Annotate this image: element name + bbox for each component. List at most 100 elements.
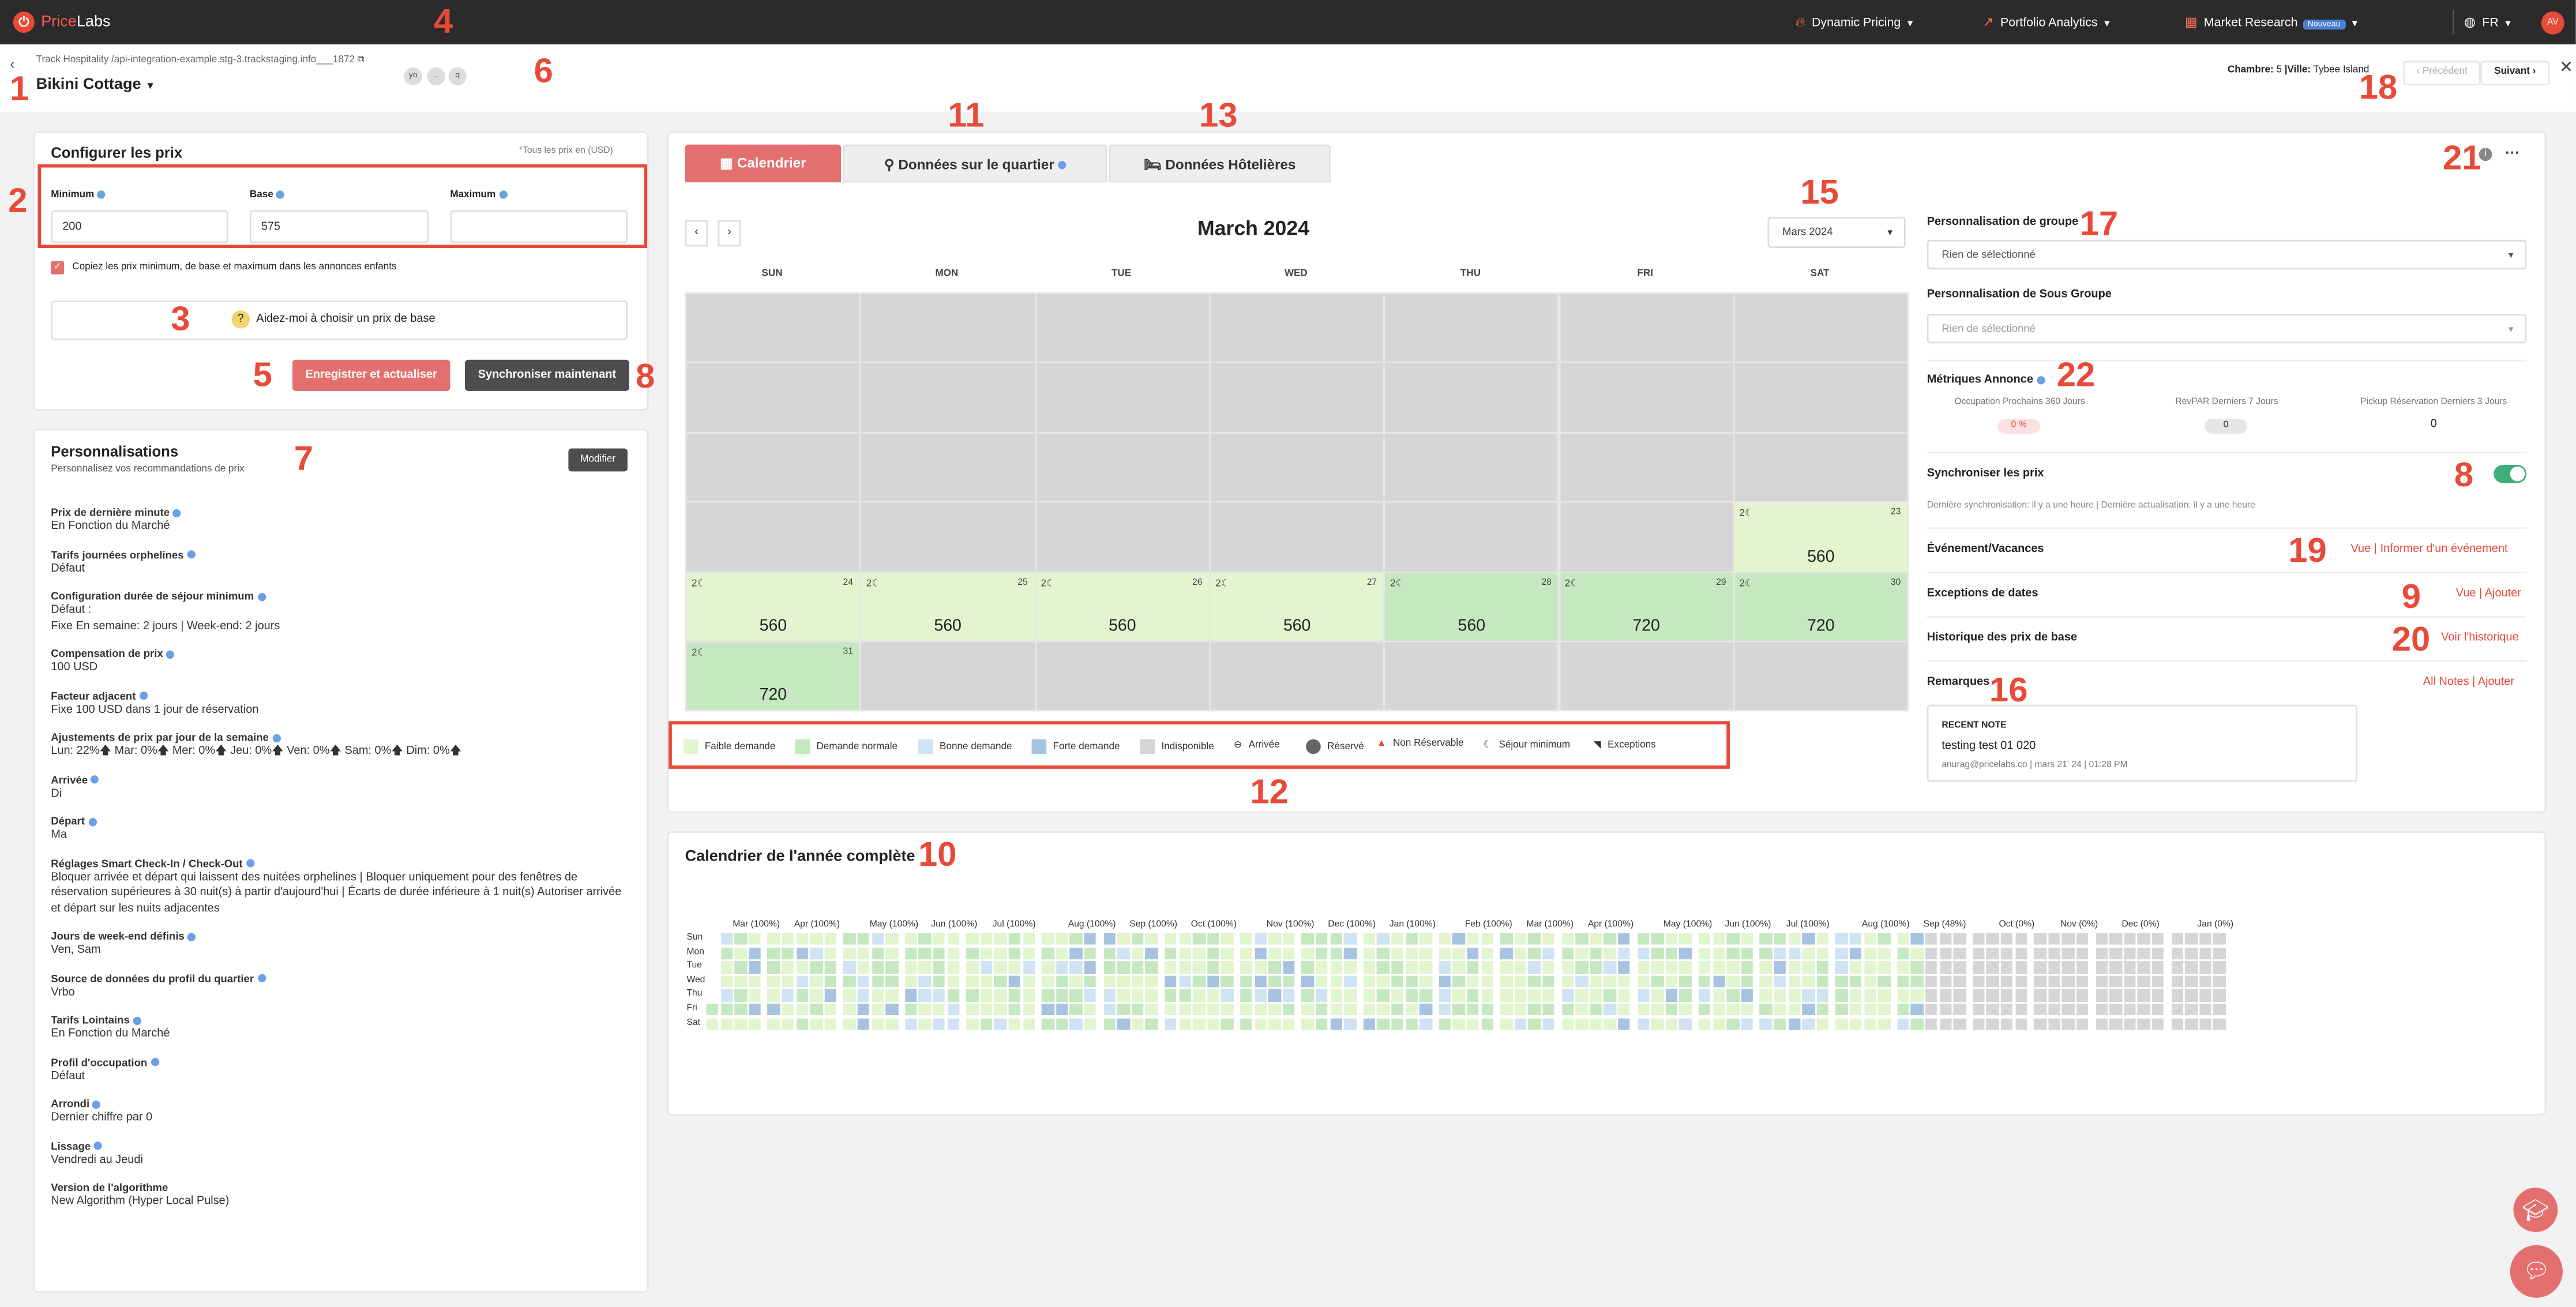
year-day-cell[interactable] <box>734 961 747 974</box>
more-options-icon[interactable]: ··· <box>2505 145 2520 161</box>
nav-market-research[interactable]: ▦ Market Research Nouveau ▼ <box>2185 15 2359 30</box>
year-day-cell[interactable] <box>1726 1017 1739 1030</box>
year-day-cell[interactable] <box>2000 961 2013 974</box>
year-day-cell[interactable] <box>810 989 823 1002</box>
year-day-cell[interactable] <box>1178 961 1191 974</box>
year-day-cell[interactable] <box>1528 933 1541 945</box>
calendar-empty-cell[interactable] <box>1558 292 1734 364</box>
year-day-cell[interactable] <box>810 961 823 974</box>
year-day-cell[interactable] <box>1816 1017 1829 1030</box>
year-day-cell[interactable] <box>980 933 993 945</box>
year-day-cell[interactable] <box>1877 933 1890 945</box>
year-day-cell[interactable] <box>1679 933 1692 945</box>
year-day-cell[interactable] <box>2015 989 2027 1002</box>
tab-calendar[interactable]: ▦ Calendrier <box>685 144 842 183</box>
nav-portfolio-analytics[interactable]: ↗ Portfolio Analytics ▼ <box>1983 15 2112 30</box>
year-day-cell[interactable] <box>1972 1004 1985 1016</box>
chip-1[interactable]: yo <box>404 67 422 86</box>
year-day-cell[interactable] <box>2185 1004 2198 1016</box>
year-day-cell[interactable] <box>1816 1004 1829 1016</box>
year-day-cell[interactable] <box>966 975 979 988</box>
year-day-cell[interactable] <box>2171 933 2183 945</box>
year-day-cell[interactable] <box>1698 989 1711 1002</box>
year-day-cell[interactable] <box>1679 961 1692 974</box>
year-day-cell[interactable] <box>824 989 837 1002</box>
year-day-cell[interactable] <box>1925 947 1937 960</box>
year-day-cell[interactable] <box>1665 1004 1678 1016</box>
year-day-cell[interactable] <box>720 975 733 988</box>
year-day-cell[interactable] <box>1835 1004 1848 1016</box>
year-day-cell[interactable] <box>1713 975 1725 988</box>
year-day-cell[interactable] <box>1377 1004 1390 1016</box>
year-day-cell[interactable] <box>919 961 932 974</box>
year-day-cell[interactable] <box>1575 961 1588 974</box>
subgroup-select[interactable]: Rien de sélectionné ▼ <box>1927 313 2527 344</box>
year-day-cell[interactable] <box>1301 1017 1314 1030</box>
year-day-cell[interactable] <box>966 961 979 974</box>
year-day-cell[interactable] <box>919 947 932 960</box>
year-day-cell[interactable] <box>1254 989 1267 1002</box>
year-day-cell[interactable] <box>1420 989 1432 1002</box>
year-day-cell[interactable] <box>1240 933 1253 945</box>
year-day-cell[interactable] <box>1514 933 1527 945</box>
year-day-cell[interactable] <box>1165 989 1177 1002</box>
year-day-cell[interactable] <box>1344 961 1357 974</box>
year-day-cell[interactable] <box>1070 975 1083 988</box>
year-day-cell[interactable] <box>1330 1004 1342 1016</box>
year-day-cell[interactable] <box>2048 933 2060 945</box>
year-day-cell[interactable] <box>2109 989 2122 1002</box>
year-day-cell[interactable] <box>734 933 747 945</box>
year-day-cell[interactable] <box>1330 933 1342 945</box>
year-day-cell[interactable] <box>1911 975 1924 988</box>
year-day-cell[interactable] <box>1178 975 1191 988</box>
year-day-cell[interactable] <box>1070 1004 1083 1016</box>
year-day-cell[interactable] <box>1467 989 1479 1002</box>
year-day-cell[interactable] <box>2185 947 2198 960</box>
calendar-empty-cell[interactable] <box>859 501 1036 573</box>
year-day-cell[interactable] <box>706 1004 719 1016</box>
year-day-cell[interactable] <box>1665 1017 1678 1030</box>
year-day-cell[interactable] <box>966 989 979 1002</box>
year-day-cell[interactable] <box>1117 989 1130 1002</box>
year-day-cell[interactable] <box>1939 947 1952 960</box>
year-day-cell[interactable] <box>1637 1004 1650 1016</box>
year-day-cell[interactable] <box>843 975 856 988</box>
year-day-cell[interactable] <box>1500 933 1512 945</box>
year-day-cell[interactable] <box>1056 975 1068 988</box>
year-day-cell[interactable] <box>947 975 960 988</box>
year-day-cell[interactable] <box>1514 1017 1527 1030</box>
year-day-cell[interactable] <box>1972 989 1985 1002</box>
year-day-cell[interactable] <box>1575 989 1588 1002</box>
year-day-cell[interactable] <box>1816 961 1829 974</box>
year-day-cell[interactable] <box>843 1004 856 1016</box>
year-day-cell[interactable] <box>1953 961 1966 974</box>
info-icon[interactable] <box>276 190 285 199</box>
year-day-cell[interactable] <box>1452 933 1465 945</box>
tab-hotel-data[interactable]: 🛏︎ Données Hôtelières <box>1109 144 1331 183</box>
year-day-cell[interactable] <box>1897 989 1909 1002</box>
year-day-cell[interactable] <box>2034 1017 2046 1030</box>
events-view-link[interactable]: Vue <box>2350 544 2371 555</box>
year-day-cell[interactable] <box>2171 961 2183 974</box>
calendar-day-cell[interactable]: 2☾ 30 720 <box>1733 570 1909 643</box>
calendar-empty-cell[interactable] <box>685 292 862 364</box>
year-day-cell[interactable] <box>1637 975 1650 988</box>
year-day-cell[interactable] <box>1590 1017 1602 1030</box>
year-day-cell[interactable] <box>1590 989 1602 1002</box>
year-day-cell[interactable] <box>857 1004 870 1016</box>
year-day-cell[interactable] <box>1363 1004 1376 1016</box>
calendar-empty-cell[interactable] <box>1383 501 1560 573</box>
year-day-cell[interactable] <box>1344 933 1357 945</box>
year-day-cell[interactable] <box>1452 1017 1465 1030</box>
year-day-cell[interactable] <box>2151 961 2164 974</box>
year-day-cell[interactable] <box>872 933 884 945</box>
year-day-cell[interactable] <box>947 961 960 974</box>
year-day-cell[interactable] <box>1726 933 1739 945</box>
year-day-cell[interactable] <box>2109 961 2122 974</box>
year-day-cell[interactable] <box>720 961 733 974</box>
year-day-cell[interactable] <box>1146 989 1158 1002</box>
year-day-cell[interactable] <box>1849 1017 1862 1030</box>
year-day-cell[interactable] <box>2095 961 2108 974</box>
year-day-cell[interactable] <box>1131 1017 1144 1030</box>
year-day-cell[interactable] <box>2185 989 2198 1002</box>
